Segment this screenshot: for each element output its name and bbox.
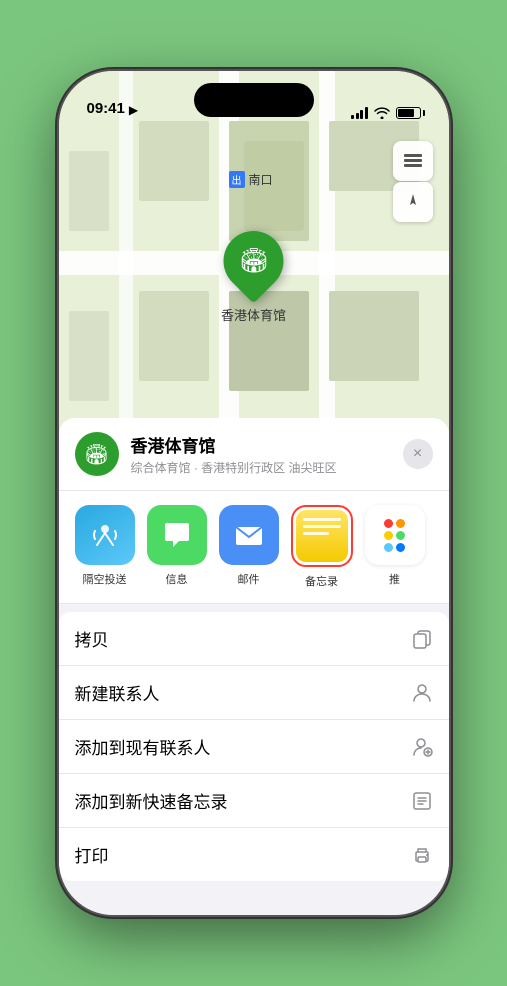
person-icon	[411, 682, 433, 704]
action-print[interactable]: 打印	[59, 828, 449, 881]
map-marker: 🏟 香港体育馆	[221, 231, 286, 324]
notes-label: 备忘录	[305, 573, 338, 589]
phone-frame: 09:41 ▶	[59, 71, 449, 915]
notes-highlight-border	[291, 505, 353, 567]
location-card: 🏟 香港体育馆 综合体育馆 · 香港特别行政区 油尖旺区 ×	[59, 418, 449, 491]
map-button-group	[393, 141, 433, 222]
more-label: 推	[389, 571, 400, 587]
share-item-airdrop[interactable]: 隔空投送	[75, 505, 135, 587]
airdrop-icon	[75, 505, 135, 565]
airdrop-label: 隔空投送	[83, 571, 127, 587]
location-subtitle: 综合体育馆 · 香港特别行政区 油尖旺区	[131, 459, 391, 476]
action-add-existing-contact-label: 添加到现有联系人	[75, 734, 211, 759]
phone-screen: 09:41 ▶	[59, 71, 449, 915]
person-add-icon	[411, 736, 433, 758]
mail-icon	[219, 505, 279, 565]
location-arrow-icon: ▶	[129, 103, 138, 117]
share-item-mail[interactable]: 邮件	[219, 505, 279, 587]
action-add-quick-note-label: 添加到新快速备忘录	[75, 788, 228, 813]
action-print-label: 打印	[75, 842, 109, 867]
more-icon	[365, 505, 425, 565]
nankou-badge: 出	[229, 171, 245, 188]
action-new-contact[interactable]: 新建联系人	[59, 666, 449, 720]
signal-bars-icon	[351, 107, 368, 119]
action-add-existing-contact[interactable]: 添加到现有联系人	[59, 720, 449, 774]
share-item-notes[interactable]: 备忘录	[291, 505, 353, 589]
wifi-icon	[374, 107, 390, 119]
status-icons	[351, 107, 421, 119]
share-item-more[interactable]: 推	[365, 505, 425, 587]
message-icon	[147, 505, 207, 565]
quick-note-icon	[411, 790, 433, 812]
share-item-message[interactable]: 信息	[147, 505, 207, 587]
action-new-contact-label: 新建联系人	[75, 680, 160, 705]
nankou-label: 出 南口	[229, 171, 273, 188]
location-icon: 🏟	[75, 432, 119, 476]
share-row: 隔空投送 信息	[59, 491, 449, 604]
status-time: 09:41	[87, 100, 125, 119]
message-label: 信息	[166, 571, 188, 587]
mail-label: 邮件	[238, 571, 260, 587]
dynamic-island	[194, 83, 314, 117]
battery-icon	[396, 107, 421, 119]
action-copy-label: 拷贝	[75, 626, 109, 651]
marker-label: 香港体育馆	[221, 305, 286, 324]
close-button[interactable]: ×	[403, 439, 433, 469]
marker-icon: 🏟	[238, 247, 268, 276]
action-copy[interactable]: 拷贝	[59, 612, 449, 666]
action-add-quick-note[interactable]: 添加到新快速备忘录	[59, 774, 449, 828]
action-list: 拷贝 新建联系人 添加到现有联系人	[59, 612, 449, 881]
map-layers-button[interactable]	[393, 141, 433, 181]
location-name: 香港体育馆	[131, 432, 391, 457]
notes-icon	[296, 510, 348, 562]
printer-icon	[411, 844, 433, 866]
map-location-button[interactable]	[393, 182, 433, 222]
nankou-text: 南口	[249, 171, 273, 188]
location-info: 香港体育馆 综合体育馆 · 香港特别行政区 油尖旺区	[131, 432, 391, 476]
bottom-sheet: 🏟 香港体育馆 综合体育馆 · 香港特别行政区 油尖旺区 ×	[59, 418, 449, 915]
copy-icon	[411, 628, 433, 650]
